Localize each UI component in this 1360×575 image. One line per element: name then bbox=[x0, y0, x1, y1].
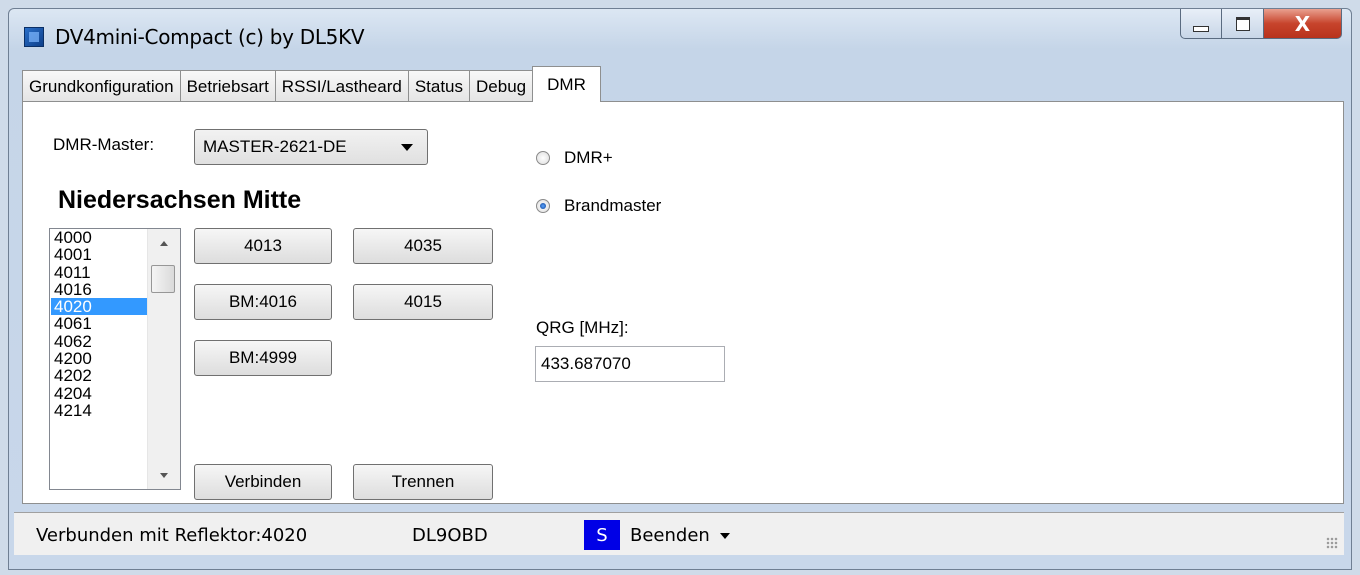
dmr-master-dropdown[interactable]: MASTER-2621-DE bbox=[194, 129, 428, 165]
callsign-label: DL9OBD bbox=[412, 525, 488, 546]
maximize-button[interactable] bbox=[1222, 9, 1264, 39]
scroll-thumb[interactable] bbox=[151, 265, 175, 293]
app-icon bbox=[24, 27, 44, 47]
reflector-listbox[interactable]: 4000 4001 4011 4016 4020 4061 4062 4200 4202 4204… bbox=[49, 228, 181, 490]
arrow-up-icon bbox=[160, 240, 168, 246]
list-item[interactable]: 4062 bbox=[51, 332, 147, 350]
reflector-4013-button[interactable]: 4013 bbox=[194, 228, 332, 264]
chevron-down-icon bbox=[401, 144, 413, 151]
list-item[interactable]: 4011 bbox=[51, 263, 147, 281]
exit-dropdown-button[interactable]: Beenden bbox=[630, 525, 730, 546]
list-item[interactable]: 4001 bbox=[51, 246, 147, 264]
dmr-tab-panel: DMR-Master: MASTER-2621-DE Niedersachsen… bbox=[22, 101, 1344, 504]
list-item[interactable]: 4000 bbox=[51, 229, 147, 246]
minimize-button[interactable] bbox=[1180, 9, 1222, 39]
caption-buttons: X bbox=[1180, 9, 1342, 41]
qrg-input[interactable]: 433.687070 bbox=[535, 346, 725, 382]
list-item[interactable]: 4200 bbox=[51, 350, 147, 368]
connection-status: Verbunden mit Reflektor:4020 bbox=[36, 525, 308, 546]
scroll-up-button[interactable] bbox=[148, 229, 180, 257]
minimize-icon bbox=[1193, 25, 1209, 32]
tab-rssi-lastheard[interactable]: RSSI/Lastheard bbox=[274, 70, 409, 102]
arrow-down-icon bbox=[160, 472, 168, 478]
reflector-bm4016-button[interactable]: BM:4016 bbox=[194, 284, 332, 320]
reflector-bm4999-button[interactable]: BM:4999 bbox=[194, 340, 332, 376]
reflector-list: 4000 4001 4011 4016 4020 4061 4062 4200 4202 4204… bbox=[51, 229, 147, 419]
maximize-icon bbox=[1235, 16, 1250, 31]
region-heading: Niedersachsen Mitte bbox=[58, 186, 302, 214]
qrg-label: QRG [MHz]: bbox=[536, 318, 629, 337]
list-item[interactable]: 4020 bbox=[51, 298, 147, 315]
close-button[interactable]: X bbox=[1264, 9, 1342, 39]
tab-grundkonfiguration[interactable]: Grundkonfiguration bbox=[22, 70, 181, 102]
tab-debug[interactable]: Debug bbox=[469, 70, 534, 102]
reflector-4035-button[interactable]: 4035 bbox=[353, 228, 493, 264]
chevron-down-icon bbox=[719, 532, 730, 539]
list-item[interactable]: 4202 bbox=[51, 367, 147, 385]
tab-status[interactable]: Status bbox=[407, 70, 471, 102]
radio-dmr-plus-label: DMR+ bbox=[564, 148, 613, 167]
tab-strip: Grundkonfiguration Betriebsart RSSI/Last… bbox=[22, 66, 601, 102]
exit-label: Beenden bbox=[630, 525, 710, 546]
close-icon: X bbox=[1294, 11, 1311, 36]
window-title: DV4mini-Compact (c) by DL5KV bbox=[55, 25, 365, 49]
title-bar[interactable]: DV4mini-Compact (c) by DL5KV X bbox=[9, 9, 1351, 61]
dmr-master-value: MASTER-2621-DE bbox=[203, 137, 347, 156]
radio-brandmaster-label: Brandmaster bbox=[564, 196, 662, 215]
scroll-down-button[interactable] bbox=[148, 461, 180, 489]
list-scrollbar[interactable] bbox=[147, 229, 180, 489]
disconnect-button[interactable]: Trennen bbox=[353, 464, 493, 500]
resize-grip-icon[interactable] bbox=[1326, 537, 1338, 549]
tab-betriebsart[interactable]: Betriebsart bbox=[179, 70, 276, 102]
list-item[interactable]: 4214 bbox=[51, 402, 147, 420]
radio-brandmaster[interactable]: Brandmaster bbox=[536, 196, 661, 216]
dmr-master-label: DMR-Master: bbox=[53, 135, 155, 154]
tab-dmr[interactable]: DMR bbox=[532, 66, 601, 102]
reflector-4015-button[interactable]: 4015 bbox=[353, 284, 493, 320]
connect-button[interactable]: Verbinden bbox=[194, 464, 332, 500]
list-item[interactable]: 4204 bbox=[51, 384, 147, 402]
status-bar: Verbunden mit Reflektor:4020 DL9OBD S Be… bbox=[14, 512, 1344, 555]
radio-button-icon bbox=[536, 199, 550, 213]
radio-button-icon bbox=[536, 151, 550, 165]
radio-dmr-plus[interactable]: DMR+ bbox=[536, 148, 613, 168]
list-item[interactable]: 4061 bbox=[51, 315, 147, 333]
list-item[interactable]: 4016 bbox=[51, 281, 147, 299]
status-indicator: S bbox=[584, 520, 620, 550]
